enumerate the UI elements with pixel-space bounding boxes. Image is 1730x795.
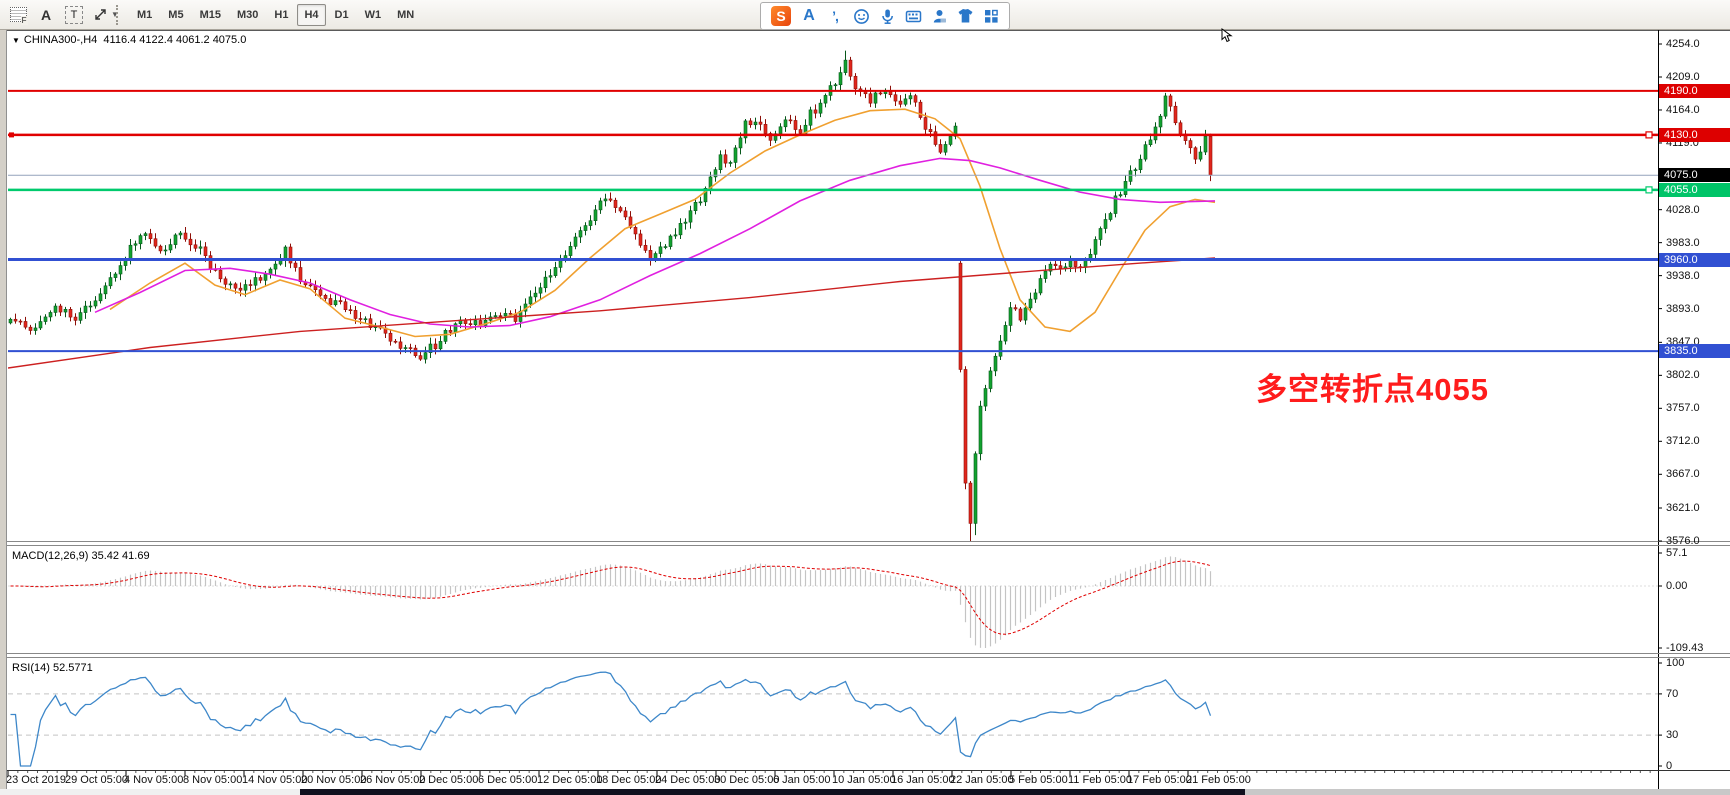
time-tick-label: 12 Dec 05:00 bbox=[537, 774, 602, 786]
timeframe-button-m1[interactable]: M1 bbox=[130, 4, 159, 26]
skin-icon[interactable] bbox=[956, 7, 974, 26]
text-label-icon[interactable]: A bbox=[33, 4, 59, 26]
time-tick-label: 23 Oct 2019 bbox=[6, 774, 66, 786]
account-icon[interactable] bbox=[930, 7, 948, 26]
text-select-icon: T bbox=[65, 6, 83, 24]
punctuation-icon[interactable]: ’, bbox=[826, 7, 844, 26]
price-tag-4055.0[interactable]: 4055.0 bbox=[1659, 183, 1730, 197]
macd-panel bbox=[8, 556, 1658, 648]
chevron-down-icon[interactable]: ▼ bbox=[12, 36, 20, 45]
time-tick-label: 16 Jan 05:00 bbox=[891, 774, 955, 786]
price-tick-label: 3757.0 bbox=[1666, 402, 1700, 414]
rsi-axis-label: 100 bbox=[1666, 657, 1684, 669]
taskbar-sliver-dark bbox=[300, 789, 1245, 795]
microphone-icon[interactable] bbox=[878, 7, 896, 26]
time-tick-label: 4 Nov 05:00 bbox=[124, 774, 183, 786]
time-tick-label: 10 Jan 05:00 bbox=[832, 774, 896, 786]
time-tick-label: 18 Dec 05:00 bbox=[596, 774, 661, 786]
timeframe-button-m15[interactable]: M15 bbox=[193, 4, 228, 26]
rsi-axis-label: 70 bbox=[1666, 688, 1678, 700]
timeframe-button-mn[interactable]: MN bbox=[390, 4, 421, 26]
timeframe-button-m5[interactable]: M5 bbox=[161, 4, 190, 26]
mouse-cursor bbox=[1221, 28, 1234, 43]
time-tick-label: 17 Feb 05:00 bbox=[1127, 774, 1192, 786]
candlestick-series bbox=[9, 51, 1212, 541]
price-tag-4075.0[interactable]: 4075.0 bbox=[1659, 168, 1730, 182]
timeframe-button-group: M1M5M15M30H1H4D1W1MN bbox=[129, 4, 422, 26]
price-tick-label: 3802.0 bbox=[1666, 369, 1700, 381]
price-tag-4130.0[interactable]: 4130.0 bbox=[1659, 128, 1730, 142]
price-tick-label: 4254.0 bbox=[1666, 38, 1700, 50]
time-tick-label: 30 Dec 05:00 bbox=[714, 774, 779, 786]
time-tick-label: 22 Jan 05:00 bbox=[950, 774, 1014, 786]
chart-ohlc-readout: 4116.4 4122.4 4061.2 4075.0 bbox=[103, 34, 246, 46]
time-tick-label: 5 Feb 05:00 bbox=[1009, 774, 1068, 786]
sogou-logo-icon: S bbox=[771, 6, 791, 26]
price-tag-3960.0[interactable]: 3960.0 bbox=[1659, 253, 1730, 267]
timeframe-button-d1[interactable]: D1 bbox=[328, 4, 356, 26]
trading-app-window: { "toolbar": { "left_icons": [ {"name": … bbox=[0, 0, 1730, 795]
hline-handle[interactable] bbox=[1646, 132, 1652, 138]
price-tick-label: 3667.0 bbox=[1666, 468, 1700, 480]
timeframe-button-h4[interactable]: H4 bbox=[297, 4, 325, 26]
price-tick-label: 4028.0 bbox=[1666, 204, 1700, 216]
rsi-axis-label: 30 bbox=[1666, 729, 1678, 741]
time-tick-label: 20 Nov 05:00 bbox=[301, 774, 366, 786]
keyboard-icon[interactable] bbox=[904, 7, 922, 26]
chart-symbol-period: CHINA300-,H4 bbox=[24, 34, 97, 46]
chart-title[interactable]: ▼ CHINA300-,H4 4116.4 4122.4 4061.2 4075.… bbox=[12, 34, 246, 46]
rsi-axis-label: 0 bbox=[1666, 760, 1672, 772]
time-tick-label: 29 Oct 05:00 bbox=[65, 774, 128, 786]
time-tick-label: 21 Feb 05:00 bbox=[1186, 774, 1251, 786]
chart-text-annotation[interactable]: 多空转折点4055 bbox=[1256, 364, 1489, 409]
emoji-icon[interactable] bbox=[852, 7, 870, 26]
time-tick-label: 11 Feb 05:00 bbox=[1068, 774, 1132, 786]
price-tick-label: 3712.0 bbox=[1666, 435, 1700, 447]
macd-axis-label: 0.00 bbox=[1666, 580, 1687, 592]
ma-mid-magenta[interactable] bbox=[95, 158, 1215, 327]
template-f-icon[interactable]: F bbox=[5, 4, 31, 26]
drawing-tools-group: FAT▼ bbox=[4, 0, 124, 29]
panel-splitter[interactable] bbox=[0, 653, 1730, 658]
toolbox-icon[interactable] bbox=[982, 7, 1000, 26]
timeframe-button-m30[interactable]: M30 bbox=[230, 4, 265, 26]
rsi-indicator-label[interactable]: RSI(14) 52.5771 bbox=[12, 662, 93, 674]
letter-a-icon[interactable]: A bbox=[800, 7, 818, 26]
rsi-line bbox=[11, 672, 1211, 766]
price-tick-label: 4209.0 bbox=[1666, 71, 1700, 83]
time-tick-label: 14 Nov 05:00 bbox=[242, 774, 307, 786]
taskbar-sliver-left bbox=[0, 789, 300, 795]
timeframe-button-h1[interactable]: H1 bbox=[267, 4, 295, 26]
time-tick-label: 6 Jan 05:00 bbox=[773, 774, 831, 786]
template-f-icon: F bbox=[10, 7, 27, 22]
price-tick-label: 3893.0 bbox=[1666, 303, 1700, 315]
time-tick-label: 26 Nov 05:00 bbox=[360, 774, 425, 786]
macd-indicator-label[interactable]: MACD(12,26,9) 35.42 41.69 bbox=[12, 550, 150, 562]
ime-toolbar: SA ’, bbox=[760, 2, 1010, 30]
sogou-logo-icon[interactable]: S bbox=[770, 7, 792, 26]
price-tag-4190.0[interactable]: 4190.0 bbox=[1659, 84, 1730, 98]
taskbar-sliver-right bbox=[1245, 789, 1730, 795]
price-tick-label: 3983.0 bbox=[1666, 237, 1700, 249]
background-window-edge bbox=[0, 30, 7, 790]
price-tick-label: 3938.0 bbox=[1666, 270, 1700, 282]
time-tick-label: 2 Dec 05:00 bbox=[419, 774, 478, 786]
time-tick-label: 8 Nov 05:00 bbox=[183, 774, 242, 786]
time-tick-label: 6 Dec 05:00 bbox=[478, 774, 537, 786]
price-tag-3835.0[interactable]: 3835.0 bbox=[1659, 344, 1730, 358]
ma-fast-orange[interactable] bbox=[110, 109, 1215, 336]
price-tick-label: 3621.0 bbox=[1666, 502, 1700, 514]
toolbar-drag-handle[interactable] bbox=[116, 5, 125, 25]
text-select-icon[interactable]: T bbox=[61, 4, 87, 26]
panel-splitter[interactable] bbox=[0, 541, 1730, 546]
hline-handle[interactable] bbox=[1646, 187, 1652, 193]
macd-axis-label: 57.1 bbox=[1666, 547, 1687, 559]
price-tick-label: 4164.0 bbox=[1666, 104, 1700, 116]
timeframe-button-w1[interactable]: W1 bbox=[358, 4, 389, 26]
time-tick-label: 24 Dec 05:00 bbox=[655, 774, 720, 786]
rsi-panel bbox=[8, 672, 1658, 766]
